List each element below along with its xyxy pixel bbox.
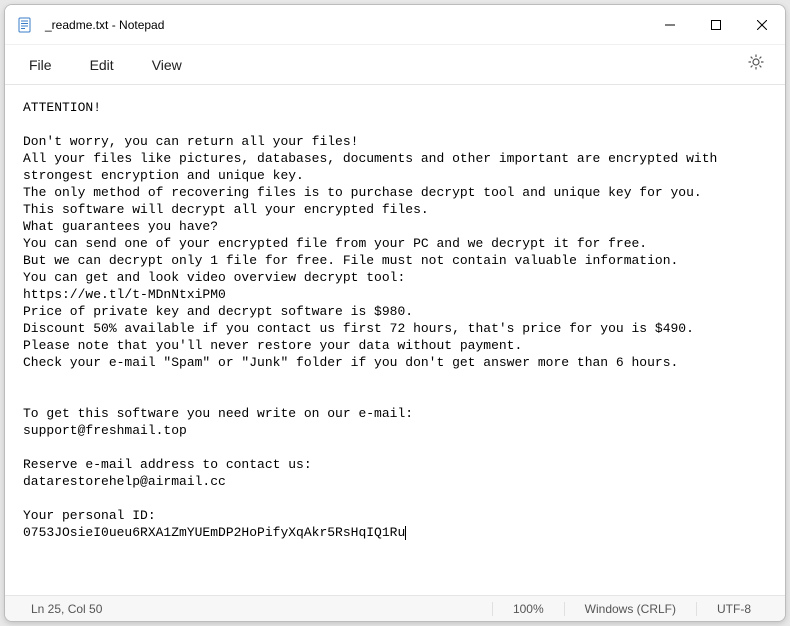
text-line: datarestorehelp@airmail.cc [23, 474, 226, 489]
window-title: _readme.txt - Notepad [45, 18, 647, 32]
settings-button[interactable] [741, 47, 771, 82]
text-line: You can get and look video overview decr… [23, 270, 405, 285]
minimize-icon [665, 20, 675, 30]
text-line: You can send one of your encrypted file … [23, 236, 647, 251]
text-line: To get this software you need write on o… [23, 406, 413, 421]
text-line: Please note that you'll never restore yo… [23, 338, 522, 353]
text-line: What guarantees you have? [23, 219, 218, 234]
text-line: Don't worry, you can return all your fil… [23, 134, 358, 149]
text-line: Check your e-mail "Spam" or "Junk" folde… [23, 355, 678, 370]
window-controls [647, 5, 785, 44]
menu-file[interactable]: File [19, 51, 62, 79]
text-line: https://we.tl/t-MDnNtxiPM0 [23, 287, 226, 302]
status-lineending: Windows (CRLF) [564, 602, 696, 616]
text-line: 0753JOsieI0ueu6RXA1ZmYUEmDP2HoPifyXqAkr5… [23, 525, 405, 540]
maximize-icon [711, 20, 721, 30]
text-line: support@freshmail.top [23, 423, 187, 438]
titlebar: _readme.txt - Notepad [5, 5, 785, 45]
statusbar: Ln 25, Col 50 100% Windows (CRLF) UTF-8 [5, 595, 785, 621]
menubar: File Edit View [5, 45, 785, 85]
text-line: Your personal ID: [23, 508, 156, 523]
status-position: Ln 25, Col 50 [19, 602, 114, 616]
minimize-button[interactable] [647, 5, 693, 44]
text-line: This software will decrypt all your encr… [23, 202, 429, 217]
text-line: All your files like pictures, databases,… [23, 151, 725, 183]
status-zoom[interactable]: 100% [492, 602, 564, 616]
close-button[interactable] [739, 5, 785, 44]
notepad-icon [17, 17, 33, 33]
text-caret [405, 526, 406, 540]
notepad-window: _readme.txt - Notepad File Edit View [4, 4, 786, 622]
maximize-button[interactable] [693, 5, 739, 44]
menu-edit[interactable]: Edit [80, 51, 124, 79]
gear-icon [747, 53, 765, 71]
status-encoding: UTF-8 [696, 602, 771, 616]
text-line: Price of private key and decrypt softwar… [23, 304, 413, 319]
text-line: Reserve e-mail address to contact us: [23, 457, 312, 472]
close-icon [757, 20, 767, 30]
text-editor[interactable]: ATTENTION! Don't worry, you can return a… [5, 85, 785, 595]
text-line: But we can decrypt only 1 file for free.… [23, 253, 678, 268]
menu-view[interactable]: View [142, 51, 192, 79]
text-line: ATTENTION! [23, 100, 101, 115]
text-line: The only method of recovering files is t… [23, 185, 702, 200]
text-line: Discount 50% available if you contact us… [23, 321, 694, 336]
